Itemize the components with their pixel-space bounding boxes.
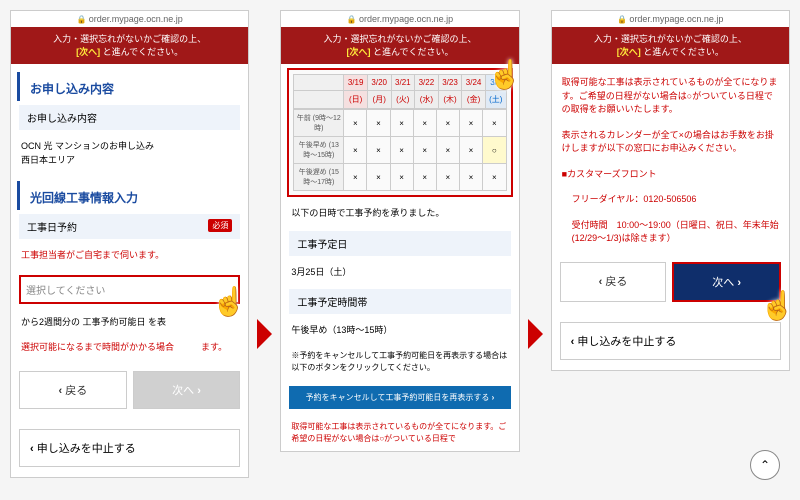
calendar-cell[interactable]: ×: [390, 164, 413, 191]
calendar-cell[interactable]: ×: [436, 137, 459, 164]
cancel-button[interactable]: 申し込みを中止する: [560, 322, 781, 360]
back-button[interactable]: 戻る: [560, 262, 667, 302]
section-application: お申し込み内容: [17, 72, 242, 101]
time-value: 午後早め（13時〜15時）: [281, 318, 518, 344]
calendar-cell[interactable]: ×: [436, 164, 459, 191]
hours: 受付時間 10:00〜19:00（日曜日、祝日、年末年始(12/29〜1/3)は…: [552, 213, 789, 252]
info-2: 表示されるカレンダーが全て×の場合はお手数をお掛けしますが以下の窓口にお申込みく…: [552, 123, 789, 162]
url-bar: order.mypage.ocn.ne.jp: [552, 11, 789, 27]
required-badge: 必須: [208, 219, 232, 232]
time-label: 工事予定時間帯: [289, 289, 510, 314]
customer-front: ■カスタマーズフロント: [552, 162, 789, 188]
sub-reservation: 工事日予約必須: [19, 214, 240, 239]
rebook-note: ※予約をキャンセルして工事予約可能日を再表示する場合は以下のボタンをクリックして…: [281, 344, 518, 380]
calendar-cell[interactable]: ×: [344, 137, 367, 164]
pointing-hand-icon: ☝️: [211, 285, 246, 318]
calendar-cell[interactable]: ×: [459, 164, 482, 191]
calendar-cell[interactable]: ×: [413, 137, 436, 164]
calendar[interactable]: ☝️ 3/193/203/213/223/233/243/2 (日)(月)(火)…: [287, 68, 512, 197]
calendar-cell[interactable]: ×: [413, 110, 436, 137]
calendar-table: 3/193/203/213/223/233/243/2 (日)(月)(火)(水)…: [293, 74, 506, 109]
rebook-button[interactable]: 予約をキャンセルして工事予約可能日を再表示する: [289, 386, 510, 409]
visit-note: 工事担当者がご自宅まで伺います。: [11, 243, 248, 269]
cancel-button[interactable]: 申し込みを中止する: [19, 429, 240, 467]
scroll-top-button[interactable]: ⌃: [750, 450, 780, 480]
warning-banner: 入力・選択忘れがないかご確認の上、[次へ] と進んでください。: [11, 27, 248, 64]
calendar-cell[interactable]: ×: [390, 110, 413, 137]
calendar-cell[interactable]: ○: [482, 137, 506, 164]
url-bar: order.mypage.ocn.ne.jp: [281, 11, 518, 27]
next-button[interactable]: 次へ: [133, 371, 241, 409]
date-label: 工事予定日: [289, 231, 510, 256]
date-value: 3月25日（土）: [281, 260, 518, 286]
calendar-cell[interactable]: ×: [344, 110, 367, 137]
calendar-cell[interactable]: ×: [436, 110, 459, 137]
info-1: 取得可能な工事は表示されているものが全てになります。ご希望の日程がない場合は○が…: [552, 70, 789, 123]
calendar-cell[interactable]: ×: [367, 110, 390, 137]
screen-1: order.mypage.ocn.ne.jp 入力・選択忘れがないかご確認の上、…: [10, 10, 249, 478]
flow-arrow-icon: [528, 319, 543, 349]
tail-note: 取得可能な工事は表示されているものが全てになります。ご希望の日程がない場合は○が…: [281, 415, 518, 451]
tel: フリーダイヤル：0120-506506: [552, 187, 789, 213]
screen-2: order.mypage.ocn.ne.jp 入力・選択忘れがないかご確認の上、…: [280, 10, 519, 452]
calendar-cell[interactable]: ×: [459, 110, 482, 137]
delay-note: 選択可能になるまで時間がかかる場合 ます。: [11, 335, 248, 361]
section-construction: 光回線工事情報入力: [17, 181, 242, 210]
calendar-cell[interactable]: ×: [367, 164, 390, 191]
date-select[interactable]: 選択してください ☝️: [19, 275, 240, 304]
warning-banner: 入力・選択忘れがないかご確認の上、[次へ] と進んでください。: [281, 27, 518, 64]
calendar-cell[interactable]: ×: [367, 137, 390, 164]
screen-3: order.mypage.ocn.ne.jp 入力・選択忘れがないかご確認の上、…: [551, 10, 790, 371]
calendar-body: 午前 (9時〜12時)×××××××午後早め (13時〜15時)××××××○午…: [293, 109, 506, 191]
calendar-cell[interactable]: ×: [482, 164, 506, 191]
application-body: OCN 光 マンションのお申し込み西日本エリア: [11, 134, 248, 173]
pointing-hand-icon: ☝️: [488, 58, 523, 91]
url-bar: order.mypage.ocn.ne.jp: [11, 11, 248, 27]
confirm-msg: 以下の日時で工事予約を承りました。: [281, 201, 518, 227]
sub-application: お申し込み内容: [19, 105, 240, 130]
calendar-cell[interactable]: ×: [459, 137, 482, 164]
calendar-cell[interactable]: ×: [413, 164, 436, 191]
pointing-hand-icon: ☝️: [760, 289, 795, 322]
calendar-cell[interactable]: ×: [344, 164, 367, 191]
warning-banner: 入力・選択忘れがないかご確認の上、[次へ] と進んでください。: [552, 27, 789, 64]
flow-arrow-icon: [257, 319, 272, 349]
calendar-cell[interactable]: ×: [390, 137, 413, 164]
calendar-cell[interactable]: ×: [482, 110, 506, 137]
back-button[interactable]: 戻る: [19, 371, 127, 409]
